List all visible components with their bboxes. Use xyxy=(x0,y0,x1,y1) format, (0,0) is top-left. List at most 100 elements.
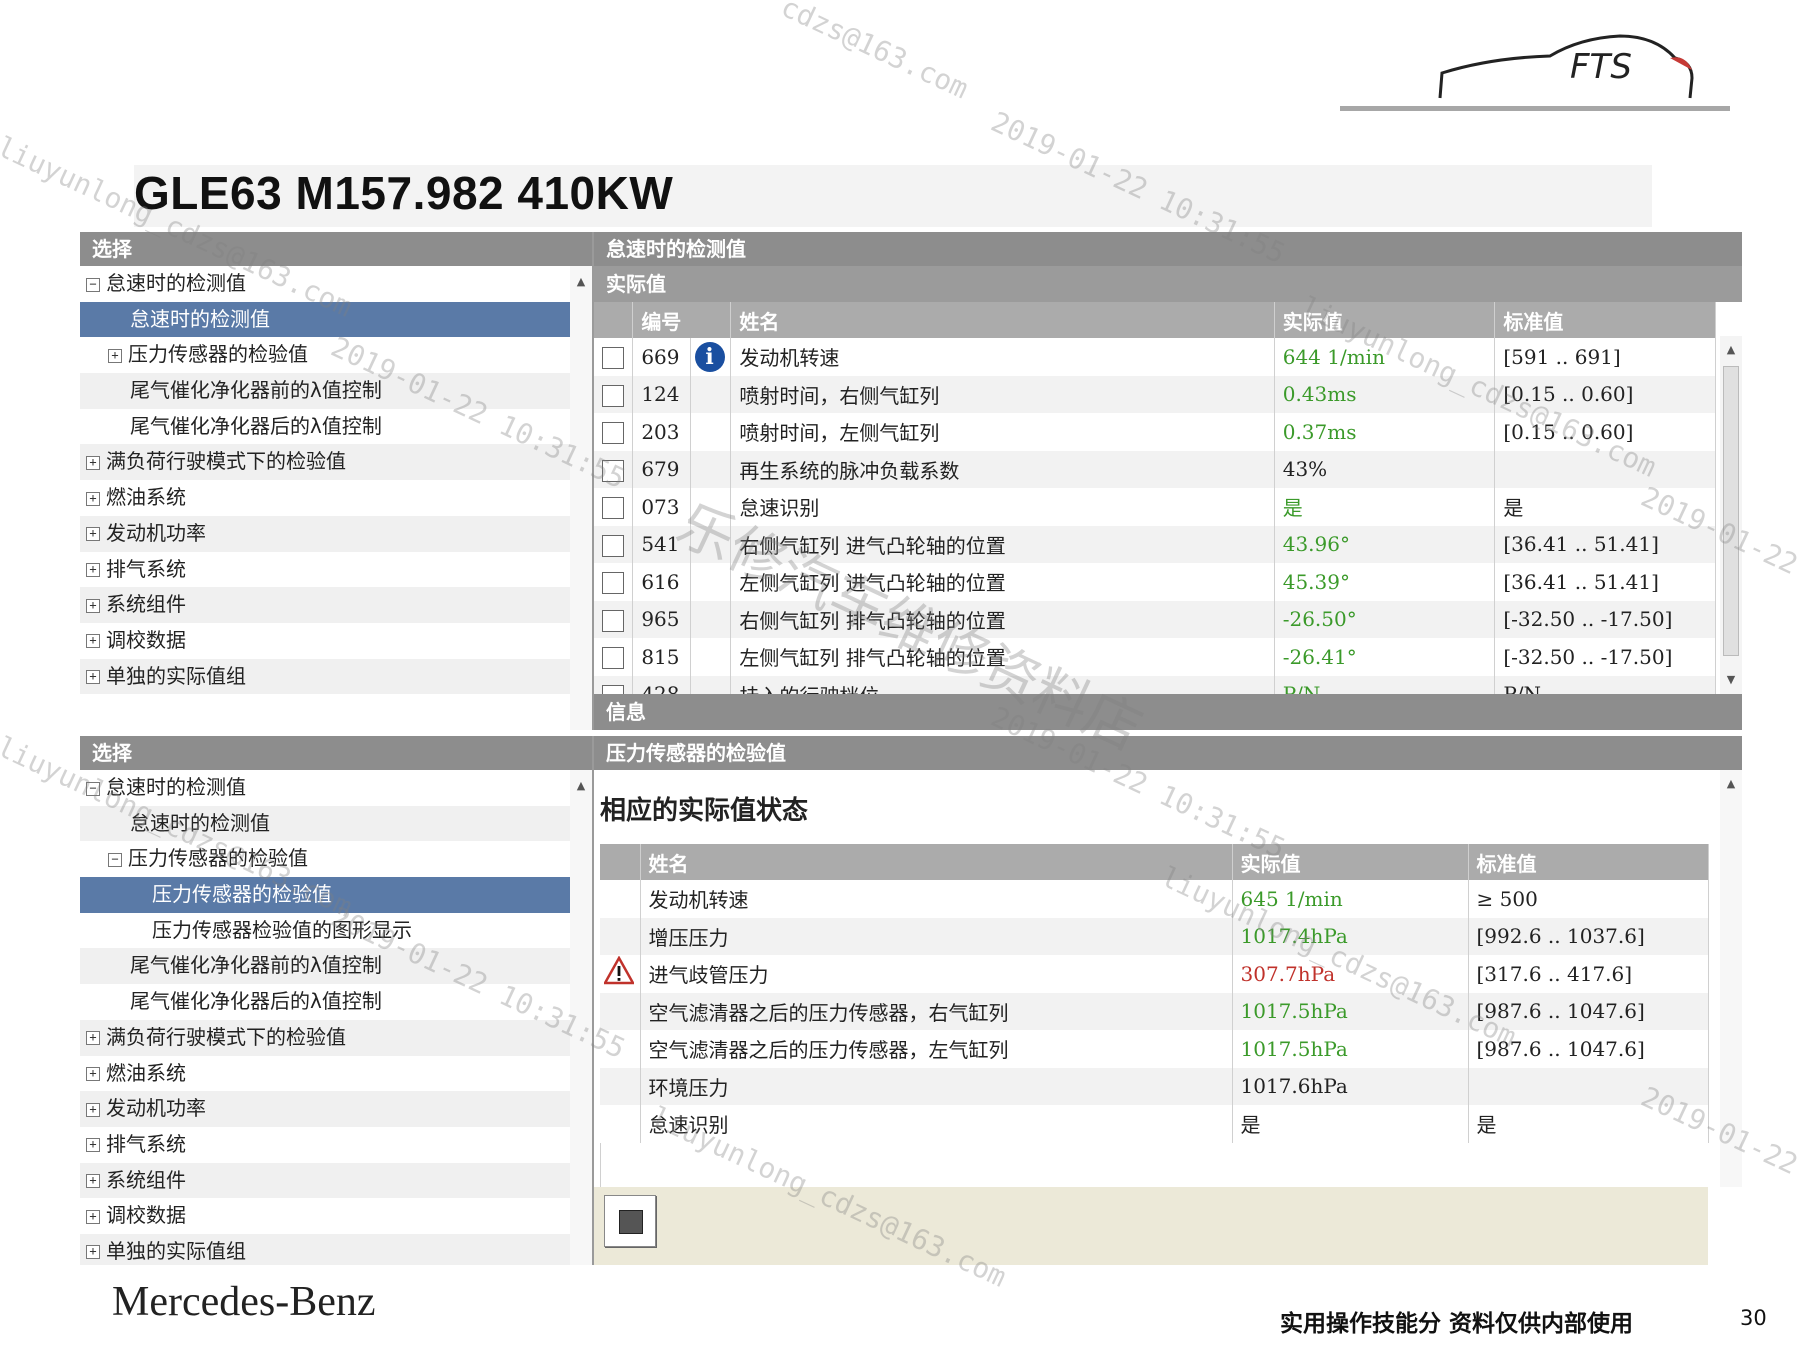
table-row[interactable]: 616 左侧气缸列 进气凸轮轴的位置 45.39° [36.41 .. 51.41] xyxy=(594,563,1716,601)
col-actual[interactable]: 实际值 xyxy=(1274,302,1496,338)
tree-item[interactable]: + 调校数据 xyxy=(80,1198,570,1234)
info-cell xyxy=(690,675,732,694)
tree-item[interactable]: 怠速时的检测值 xyxy=(80,301,570,338)
col-number[interactable]: 编号 xyxy=(632,302,732,338)
tree-item[interactable]: + 燃油系统 xyxy=(80,1056,570,1092)
info-icon[interactable]: i xyxy=(694,341,725,372)
row-actual: 644 1/min xyxy=(1274,338,1496,376)
table-row[interactable]: 124 喷射时间，右侧气缸列 0.43ms [0.15 .. 0.60] xyxy=(594,375,1716,413)
col-name[interactable]: 姓名 xyxy=(640,844,1233,880)
warning-icon xyxy=(604,956,634,985)
scroll-thumb[interactable] xyxy=(1723,366,1739,656)
expand-icon[interactable]: + xyxy=(86,563,100,577)
footer-note: 实用操作技能分 资料仅供内部使用 xyxy=(1280,1311,1634,1337)
table-row[interactable]: 073 怠速识别是是 xyxy=(594,488,1716,526)
row-checkbox[interactable] xyxy=(602,422,624,444)
tree-item[interactable]: 尾气催化净化器前的λ值控制 xyxy=(80,948,570,985)
row-standard: 是 xyxy=(1468,1105,1709,1143)
fts-logo: FTS xyxy=(1430,18,1730,118)
col-standard[interactable]: 标准值 xyxy=(1468,844,1709,880)
scroll-down-icon[interactable]: ▼ xyxy=(1720,670,1742,690)
expand-icon[interactable]: + xyxy=(86,1245,100,1260)
tree-item[interactable]: 尾气催化净化器后的λ值控制 xyxy=(80,409,570,445)
row-checkbox[interactable] xyxy=(602,459,624,482)
col-actual[interactable]: 实际值 xyxy=(1232,844,1469,880)
scroll-up-icon[interactable]: ▲ xyxy=(1720,340,1742,360)
table-row: 怠速识别是是 xyxy=(600,1105,1709,1143)
tree-item-label: 满负荷行驶模式下的检验值 xyxy=(106,449,346,474)
expand-icon[interactable]: + xyxy=(86,1067,100,1081)
top-tree-scrollbar[interactable]: ▲ xyxy=(570,266,592,730)
row-checkbox[interactable] xyxy=(602,572,624,594)
tree-item[interactable]: + 系统组件 xyxy=(80,1162,570,1199)
tree-item[interactable]: − 压力传感器的检验值 xyxy=(80,841,570,877)
scroll-up-icon[interactable]: ▲ xyxy=(570,776,592,796)
scroll-up-icon[interactable]: ▲ xyxy=(570,272,592,292)
col-standard[interactable]: 标准值 xyxy=(1494,302,1716,338)
col-name[interactable]: 姓名 xyxy=(730,302,1275,338)
tree-item[interactable]: + 调校数据 xyxy=(80,623,570,659)
tree-item[interactable]: 压力传感器检验值的图形显示 xyxy=(80,913,570,949)
row-name: 挂入的行驶档位 xyxy=(730,675,1275,694)
collapse-icon[interactable]: − xyxy=(108,852,122,867)
values-table-scrollbar[interactable]: ▲ ▼ xyxy=(1720,336,1742,694)
tree-item[interactable]: + 单独的实际值组 xyxy=(80,1233,570,1265)
table-row: 环境压力 1017.6hPa xyxy=(600,1067,1709,1105)
row-checkbox[interactable] xyxy=(602,647,624,669)
tree-item[interactable]: + 单独的实际值组 xyxy=(80,658,570,695)
tree-item[interactable]: + 发动机功率 xyxy=(80,515,570,552)
row-checkbox[interactable] xyxy=(602,609,624,632)
tree-item[interactable]: − 怠速时的检测值 xyxy=(80,770,570,806)
tree-item[interactable]: 压力传感器的检验值 xyxy=(80,877,570,913)
expand-icon[interactable]: + xyxy=(86,1031,100,1046)
expand-icon[interactable]: + xyxy=(86,1138,100,1153)
table-row[interactable]: 965 右侧气缸列 排气凸轮轴的位置 -26.50° [-32.50 .. -17.5… xyxy=(594,600,1716,638)
tree-item[interactable]: + 发动机功率 xyxy=(80,1091,570,1127)
tree-item[interactable]: + 满负荷行驶模式下的检验值 xyxy=(80,1019,570,1056)
tree-item[interactable]: + 系统组件 xyxy=(80,587,570,623)
table-row[interactable]: 428挂入的行驶档位P/NP/N xyxy=(594,675,1716,694)
expand-icon[interactable]: + xyxy=(86,1102,100,1117)
tree-item[interactable]: 尾气催化净化器前的λ值控制 xyxy=(80,373,570,409)
table-row[interactable]: 541 右侧气缸列 进气凸轮轴的位置 43.96° [36.41 .. 51.41] xyxy=(594,525,1716,563)
expand-icon[interactable]: + xyxy=(86,1174,100,1189)
collapse-icon[interactable]: − xyxy=(86,781,100,796)
row-checkbox[interactable] xyxy=(602,347,624,369)
row-name: 右侧气缸列 进气凸轮轴的位置 xyxy=(730,525,1275,563)
collapse-icon[interactable]: − xyxy=(86,277,100,292)
row-standard: [317.6 .. 417.6] xyxy=(1468,955,1709,993)
table-row[interactable]: 815 左侧气缸列 排气凸轮轴的位置 -26.41° [-32.50 .. -17.5… xyxy=(594,638,1716,676)
tree-item[interactable]: + 满负荷行驶模式下的检验值 xyxy=(80,444,570,481)
table-row: 增压压力 1017.4hPa [992.6 .. 1037.6] xyxy=(600,917,1709,955)
tree-item[interactable]: + 排气系统 xyxy=(80,552,570,588)
row-checkbox[interactable] xyxy=(602,384,624,407)
expand-icon[interactable]: + xyxy=(108,348,122,363)
row-name: 喷射时间，右侧气缸列 xyxy=(730,375,1275,413)
expand-icon[interactable]: + xyxy=(86,527,100,542)
stop-button[interactable] xyxy=(604,1195,656,1247)
table-row[interactable]: 669 i 发动机转速 644 1/min [591 .. 691] xyxy=(594,338,1716,376)
row-checkbox[interactable] xyxy=(602,684,624,694)
row-checkbox[interactable] xyxy=(602,534,624,557)
row-standard: [0.15 .. 0.60] xyxy=(1494,375,1716,413)
tree-item[interactable]: + 排气系统 xyxy=(80,1127,570,1163)
tree-item[interactable]: + 燃油系统 xyxy=(80,480,570,516)
tree-item[interactable]: 怠速时的检测值 xyxy=(80,805,570,842)
tree-item[interactable]: 尾气催化净化器后的λ值控制 xyxy=(80,984,570,1020)
expand-icon[interactable]: + xyxy=(86,634,100,649)
row-actual: 是 xyxy=(1274,488,1496,526)
tree-item-label: 发动机功率 xyxy=(106,520,206,545)
expand-icon[interactable]: + xyxy=(86,670,100,685)
expand-icon[interactable]: + xyxy=(86,1209,100,1224)
row-checkbox[interactable] xyxy=(602,497,624,519)
tree-item[interactable]: − 怠速时的检测值 xyxy=(80,266,570,302)
table-row[interactable]: 203 喷射时间，左侧气缸列 0.37ms [0.15 .. 0.60] xyxy=(594,413,1716,451)
tree-item[interactable]: + 压力传感器的检验值 xyxy=(80,337,570,373)
scroll-up-icon[interactable]: ▲ xyxy=(1720,774,1742,794)
expand-icon[interactable]: + xyxy=(86,455,100,470)
status-scrollbar[interactable]: ▲ xyxy=(1720,770,1742,1187)
table-row[interactable]: 679 再生系统的脉冲负载系数 43% xyxy=(594,450,1716,488)
expand-icon[interactable]: + xyxy=(86,491,100,506)
expand-icon[interactable]: + xyxy=(86,598,100,613)
bottom-tree-scrollbar[interactable]: ▲ xyxy=(570,770,592,1265)
